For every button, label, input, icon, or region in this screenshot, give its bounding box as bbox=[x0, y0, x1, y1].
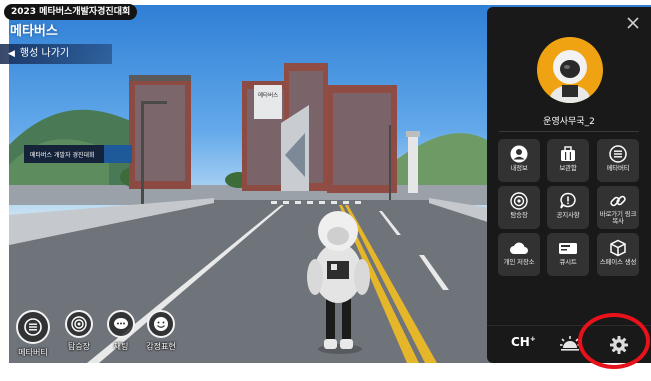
channel-button[interactable]: CH+ bbox=[511, 335, 536, 355]
cuesheet-icon bbox=[559, 243, 577, 254]
box-icon bbox=[610, 239, 626, 257]
tile-shortcut-link-copy[interactable]: 바로가기 링크복사 bbox=[597, 186, 639, 229]
tile-label: 큐시트 bbox=[559, 258, 577, 266]
tile-label: 탐승장 bbox=[510, 211, 528, 219]
divider bbox=[499, 131, 639, 132]
tile-label: 바로가기 링크복사 bbox=[599, 210, 637, 225]
tile-label: 공지사항 bbox=[556, 211, 580, 219]
menu-panel: 운영사무국_2 내정보 보관함 메타버티 탐승장 공지사항 바로가기 링크복사 … bbox=[487, 7, 651, 363]
quick-button-label: 메타버티 bbox=[18, 348, 48, 357]
list-icon bbox=[609, 145, 627, 163]
tile-label: 스페이스 생성 bbox=[599, 258, 637, 266]
exit-planet-button[interactable]: ◀ 행성 나가기 bbox=[0, 44, 112, 64]
back-arrow-icon: ◀ bbox=[8, 49, 15, 59]
quick-button-chat[interactable]: 채팅 bbox=[100, 310, 142, 352]
channel-label: CH bbox=[511, 335, 530, 349]
quick-button-label: 감정표현 bbox=[146, 342, 176, 351]
quick-button-boarding[interactable]: 탐승장 bbox=[58, 310, 100, 352]
target-icon bbox=[510, 192, 528, 210]
target-icon bbox=[65, 310, 93, 338]
left-billboard-text: 메타버스 개발자 경진대회 bbox=[30, 151, 95, 159]
notice-icon bbox=[560, 192, 576, 209]
bag-icon bbox=[561, 146, 575, 161]
highlight-annotation-circle bbox=[578, 313, 650, 369]
tile-cuesheet[interactable]: 큐시트 bbox=[547, 233, 589, 276]
avatar[interactable] bbox=[537, 37, 603, 103]
chat-icon bbox=[107, 310, 135, 338]
quick-button-label: 탐승장 bbox=[67, 342, 91, 351]
tile-create-space[interactable]: 스페이스 생성 bbox=[597, 233, 639, 276]
tile-boarding[interactable]: 탐승장 bbox=[498, 186, 540, 229]
username: 운영사무국_2 bbox=[543, 117, 595, 127]
close-icon[interactable] bbox=[625, 15, 641, 31]
quick-button-metaverti[interactable]: 메타버티 bbox=[12, 310, 54, 358]
world-title: 메타버스 bbox=[10, 24, 58, 39]
tile-personal-storage[interactable]: 개인 저장소 bbox=[498, 233, 540, 276]
tile-label: 내정보 bbox=[510, 164, 528, 172]
tile-my-info[interactable]: 내정보 bbox=[498, 139, 540, 182]
smile-icon bbox=[147, 310, 175, 338]
tile-storage-box[interactable]: 보관함 bbox=[547, 139, 589, 182]
building-billboard-text: 메타버스 bbox=[258, 91, 278, 99]
tile-metaverti[interactable]: 메타버티 bbox=[597, 139, 639, 182]
exit-planet-label: 행성 나가기 bbox=[19, 48, 70, 59]
event-banner: 2023 메타버스개발자경진대회 bbox=[4, 4, 138, 20]
link-icon bbox=[610, 195, 626, 207]
quick-button-emotes[interactable]: 감정표현 bbox=[140, 310, 182, 352]
tile-notice[interactable]: 공지사항 bbox=[547, 186, 589, 229]
channel-plus: + bbox=[529, 335, 536, 343]
tile-label: 개인 저장소 bbox=[503, 258, 535, 266]
cloud-icon bbox=[510, 242, 528, 254]
tile-label: 보관함 bbox=[559, 164, 577, 172]
user-icon bbox=[510, 145, 528, 163]
list-icon bbox=[16, 310, 50, 344]
tile-label: 메타버티 bbox=[606, 164, 630, 172]
quick-button-label: 채팅 bbox=[113, 342, 129, 351]
